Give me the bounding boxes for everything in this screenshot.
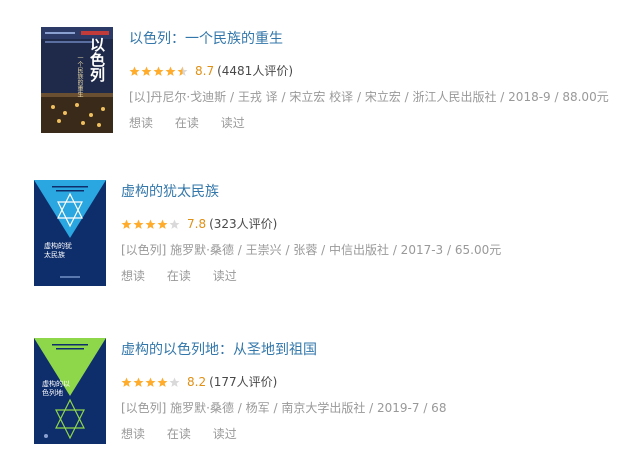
read-button[interactable]: 读过 (213, 269, 237, 283)
reading-button[interactable]: 在读 (167, 427, 191, 441)
star-full-icon (121, 219, 132, 229)
star-full-icon (145, 377, 156, 387)
book-info: 以色列：一个民族的重生 8.7 (4481人评价) [以]丹尼尔·戈迪斯 / 王… (129, 30, 609, 131)
publication-info: [以色列] 施罗默·桑德 / 王崇兴 / 张蓉 / 中信出版社 / 2017-3… (121, 243, 502, 257)
book-info: 虚构的以色列地：从圣地到祖国 8.2 (177人评价) [以色列] 施罗默·桑德… (121, 341, 446, 442)
book-title-link[interactable]: 以色列：一个民族的重生 (129, 30, 609, 48)
cover-title: 虚构的犹太民族 (44, 242, 72, 259)
star-half-icon (177, 66, 188, 76)
star-rating (129, 66, 189, 77)
star-full-icon (165, 66, 176, 76)
book-cover[interactable]: 虚构的犹太民族 (34, 180, 106, 286)
rating-score: 8.7 (195, 64, 215, 78)
book-title-link[interactable]: 虚构的以色列地：从圣地到祖国 (121, 341, 446, 359)
reading-button[interactable]: 在读 (175, 116, 199, 130)
rating-row: 8.7 (4481人评价) (129, 63, 609, 79)
rating-row: 7.8 (323人评价) (121, 216, 501, 232)
star-empty-icon (169, 219, 180, 229)
star-empty-icon (169, 377, 180, 387)
star-full-icon (129, 66, 140, 76)
reading-actions: 想读 在读 读过 (121, 426, 446, 442)
cover-subtitle: 一个民族的重生 (76, 55, 83, 97)
cover-title: 以色列 (88, 37, 106, 82)
rating-row: 8.2 (177人评价) (121, 374, 446, 390)
book-info: 虚构的犹太民族 7.8 (323人评价) [以色列] 施罗默·桑德 / 王崇兴 … (121, 183, 501, 284)
star-rating (121, 377, 181, 388)
reading-actions: 想读 在读 读过 (129, 115, 609, 131)
book-cover[interactable]: 以色列 一个民族的重生 (41, 27, 113, 133)
want-to-read-button[interactable]: 想读 (129, 116, 153, 130)
rating-score: 8.2 (187, 375, 207, 389)
star-full-icon (133, 219, 144, 229)
cover-art-jewish-people (34, 180, 106, 286)
reading-button[interactable]: 在读 (167, 269, 191, 283)
cover-title: 虚构的以色列地 (42, 380, 70, 397)
rating-count: (4481人评价) (217, 64, 293, 78)
star-full-icon (153, 66, 164, 76)
want-to-read-button[interactable]: 想读 (121, 427, 145, 441)
star-full-icon (157, 219, 168, 229)
read-button[interactable]: 读过 (213, 427, 237, 441)
rating-count: (177人评价) (209, 375, 278, 389)
publication-info: [以色列] 施罗默·桑德 / 杨军 / 南京大学出版社 / 2019-7 / 6… (121, 401, 447, 415)
rating-count: (323人评价) (209, 217, 278, 231)
book-title-link[interactable]: 虚构的犹太民族 (121, 183, 501, 201)
star-rating (121, 219, 181, 230)
star-full-icon (121, 377, 132, 387)
star-full-icon (141, 66, 152, 76)
book-cover[interactable]: 虚构的以色列地 (34, 338, 106, 444)
publication-info: [以]丹尼尔·戈迪斯 / 王戎 译 / 宋立宏 校译 / 宋立宏 / 浙江人民出… (129, 90, 609, 104)
read-button[interactable]: 读过 (221, 116, 245, 130)
want-to-read-button[interactable]: 想读 (121, 269, 145, 283)
rating-score: 7.8 (187, 217, 207, 231)
star-full-icon (133, 377, 144, 387)
star-full-icon (145, 219, 156, 229)
star-full-icon (157, 377, 168, 387)
reading-actions: 想读 在读 读过 (121, 268, 501, 284)
